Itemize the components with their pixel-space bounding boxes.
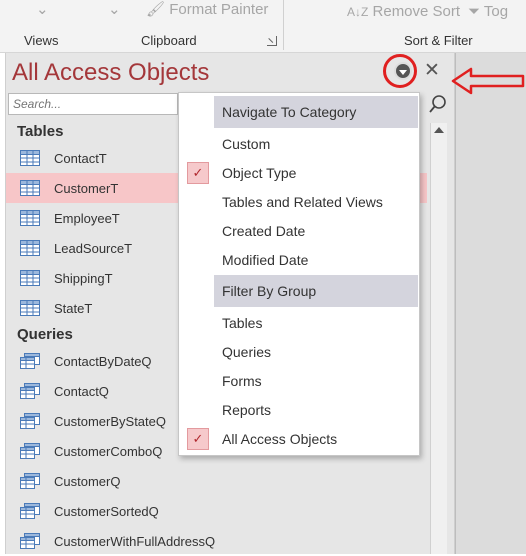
- table-icon: [20, 270, 40, 291]
- menu-header-filter: Filter By Group: [214, 275, 418, 307]
- table-item-label: EmployeeT: [54, 210, 120, 226]
- query-item-label: ContactByDateQ: [54, 353, 152, 369]
- nav-pane-title[interactable]: All Access Objects: [12, 59, 209, 87]
- query-item-label: CustomerByStateQ: [54, 413, 166, 429]
- document-area: [455, 53, 526, 554]
- query-icon: [20, 443, 40, 464]
- clipboard-dropdown-chevron-icon[interactable]: ⌄: [108, 0, 121, 18]
- table-icon: [20, 210, 40, 231]
- query-item-label: CustomerComboQ: [54, 443, 163, 459]
- checkmark-icon: ✓: [187, 428, 209, 450]
- filter-menu-item[interactable]: Tables: [214, 309, 418, 337]
- filter-menu-item[interactable]: Reports: [214, 396, 418, 424]
- table-item-label: CustomerT: [54, 180, 119, 196]
- query-item-label: CustomerSortedQ: [54, 503, 159, 519]
- query-list-item[interactable]: CustomerSortedQ: [6, 496, 427, 526]
- table-item-label: ContactT: [54, 150, 107, 166]
- format-painter-label: Format Painter: [169, 1, 269, 18]
- remove-sort-label: Remove Sort: [372, 3, 461, 20]
- close-icon[interactable]: ✕: [424, 59, 440, 82]
- query-icon: [20, 413, 40, 434]
- navigate-menu-item[interactable]: Modified Date: [214, 246, 418, 274]
- search-input[interactable]: [8, 93, 178, 115]
- toggle-filter-label: Tog: [483, 3, 509, 20]
- views-dropdown-chevron-icon[interactable]: ⌄: [36, 0, 49, 18]
- navigate-menu-item[interactable]: Tables and Related Views: [214, 188, 418, 216]
- table-icon: [20, 180, 40, 201]
- sort-filter-group-label: Sort & Filter: [404, 33, 473, 48]
- paintbrush-icon: 🖌: [146, 1, 166, 18]
- table-item-label: ShippingT: [54, 270, 113, 286]
- clipboard-group-label: Clipboard: [141, 33, 197, 48]
- scroll-up-arrow-icon[interactable]: [434, 127, 444, 133]
- navigate-menu-item[interactable]: Custom: [214, 130, 418, 158]
- section-header-queries[interactable]: Queries: [17, 326, 73, 343]
- remove-sort-button[interactable]: A↓Z Remove Sort: [347, 3, 460, 20]
- query-list-item[interactable]: CustomerWithFullAddressQ: [6, 526, 427, 556]
- annotation-arrow: [451, 67, 525, 95]
- query-item-label: CustomerQ: [54, 473, 121, 489]
- annotation-circle: [383, 54, 417, 88]
- query-icon: [20, 533, 40, 554]
- query-icon: [20, 383, 40, 404]
- table-icon: [20, 150, 40, 171]
- table-item-label: LeadSourceT: [54, 240, 133, 256]
- query-item-label: CustomerWithFullAddressQ: [54, 533, 216, 549]
- menu-header-navigate: Navigate To Category: [214, 96, 418, 128]
- format-painter-button[interactable]: 🖌 Format Painter: [146, 0, 268, 18]
- ribbon: ⌄ ⌄ 🖌 Format Painter A↓Z Remove Sort ⏷ T…: [0, 0, 526, 53]
- vertical-scrollbar[interactable]: [430, 123, 447, 554]
- query-icon: [20, 353, 40, 374]
- query-list-item[interactable]: CustomerQ: [6, 466, 427, 496]
- funnel-icon: ⏷: [468, 3, 481, 20]
- navigation-options-menu: Navigate To Category Custom Object Type ✓ T…: [178, 92, 420, 456]
- views-group-label: Views: [24, 33, 59, 48]
- filter-menu-item[interactable]: All Access Objects: [214, 425, 418, 453]
- table-icon: [20, 240, 40, 261]
- table-icon: [20, 300, 40, 321]
- search-icon[interactable]: [428, 94, 448, 114]
- query-icon: [20, 503, 40, 524]
- section-header-tables[interactable]: Tables: [17, 123, 63, 140]
- filter-menu-item[interactable]: Queries: [214, 338, 418, 366]
- navigate-menu-item[interactable]: Created Date: [214, 217, 418, 245]
- filter-menu-item[interactable]: Forms: [214, 367, 418, 395]
- clipboard-dialog-launcher-icon[interactable]: [267, 36, 277, 46]
- query-item-label: ContactQ: [54, 383, 109, 399]
- sort-az-icon: A↓Z: [347, 5, 369, 19]
- table-item-label: StateT: [54, 300, 93, 316]
- query-icon: [20, 473, 40, 494]
- navigate-menu-item[interactable]: Object Type: [214, 159, 418, 187]
- toggle-filter-button[interactable]: ⏷ Tog: [468, 3, 508, 20]
- ribbon-separator: [283, 0, 284, 50]
- checkmark-icon: ✓: [187, 162, 209, 184]
